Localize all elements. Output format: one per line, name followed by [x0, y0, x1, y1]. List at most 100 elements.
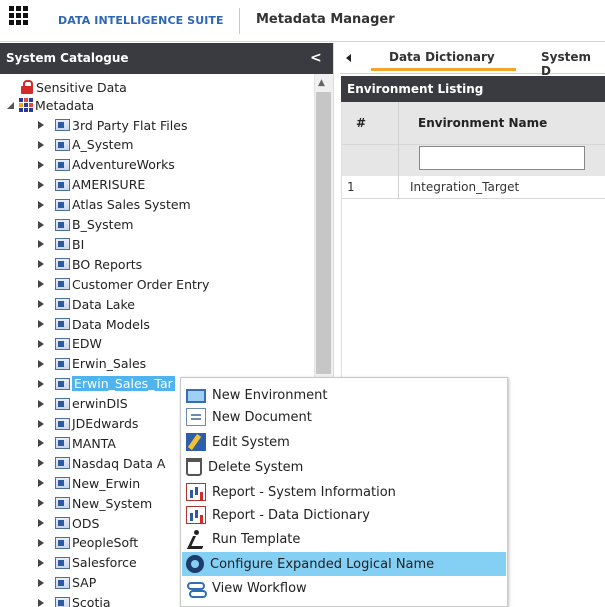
tree-item-label: BO Reports	[72, 256, 143, 272]
tree-item-system[interactable]: Data Lake	[37, 294, 135, 314]
context-menu-item[interactable]: Edit System	[182, 430, 506, 454]
system-icon	[55, 457, 70, 470]
sidebar-title: System Catalogue	[0, 43, 333, 74]
context-menu-item-label: Edit System	[212, 434, 290, 450]
expand-toggle-icon[interactable]	[37, 300, 45, 309]
app-grid-icon[interactable]	[9, 6, 29, 26]
tree-item-system[interactable]: Nasdaq Data A	[37, 453, 165, 473]
system-icon	[55, 357, 70, 370]
tree-item-system[interactable]: New_Erwin	[37, 473, 140, 493]
expand-toggle-icon[interactable]	[37, 598, 45, 607]
tree-item-system[interactable]: Scotia	[37, 593, 111, 607]
tree-item-system[interactable]: A_System	[37, 135, 133, 155]
tree-item-system[interactable]: Erwin_Sales	[37, 354, 146, 374]
expand-toggle-icon[interactable]	[37, 439, 45, 448]
tree-item-label: Nasdaq Data A	[72, 455, 166, 471]
expand-toggle-icon[interactable]	[37, 320, 45, 328]
tree-item-system[interactable]: BI	[37, 234, 84, 254]
system-icon	[55, 397, 70, 410]
tree-item-system[interactable]: Erwin_Sales_Tar	[37, 374, 175, 394]
column-header-environment-name[interactable]: Environment Name	[399, 102, 605, 144]
tree-item-sensitive-data[interactable]: Sensitive Data	[21, 77, 127, 97]
tree-item-system[interactable]: Atlas Sales System	[37, 195, 191, 215]
expand-toggle-icon[interactable]	[37, 121, 45, 129]
context-menu-item[interactable]: New Environment	[182, 383, 506, 407]
collapse-sidebar-icon[interactable]: <	[310, 50, 322, 66]
expand-toggle-icon[interactable]	[37, 359, 45, 368]
expand-toggle-icon[interactable]	[37, 499, 45, 508]
expand-toggle-icon[interactable]	[37, 479, 45, 488]
tree-item-metadata[interactable]: Metadata	[7, 95, 94, 115]
tree-item-system[interactable]: erwinDIS	[37, 394, 128, 414]
context-menu-item-label: Report - System Information	[212, 484, 396, 500]
system-icon	[55, 178, 70, 191]
tab-scroll-left-icon[interactable]	[346, 54, 351, 62]
tree-item-system[interactable]: BO Reports	[37, 254, 142, 274]
system-icon	[55, 318, 70, 330]
tree-item-system[interactable]: EDW	[37, 334, 102, 354]
system-icon	[55, 497, 70, 510]
context-menu-item[interactable]: View Workflow	[182, 576, 506, 600]
system-icon	[55, 377, 70, 390]
context-menu-item[interactable]: Report - Data Dictionary	[182, 503, 506, 527]
expand-toggle-icon[interactable]	[37, 419, 45, 428]
tree-item-label: SAP	[72, 575, 97, 591]
system-icon	[55, 576, 70, 589]
expand-toggle-icon[interactable]	[37, 459, 45, 468]
tree-item-system[interactable]: AMERISURE	[37, 175, 145, 195]
system-icon	[55, 556, 70, 569]
tree-item-system[interactable]: Salesforce	[37, 553, 137, 573]
expand-toggle-icon[interactable]	[37, 240, 45, 249]
tree-item-system[interactable]: Customer Order Entry	[37, 274, 209, 294]
tab-system[interactable]: System D	[541, 50, 605, 78]
scroll-thumb[interactable]	[316, 92, 331, 374]
row-environment-name[interactable]: Integration_Target	[410, 176, 519, 198]
active-tab-indicator	[371, 68, 516, 71]
expand-toggle-icon[interactable]	[37, 200, 45, 209]
tree-item-system[interactable]: New_System	[37, 493, 152, 513]
tree-item-label: PeopleSoft	[72, 535, 139, 551]
expand-toggle-icon[interactable]	[37, 538, 45, 547]
expand-toggle-icon[interactable]	[37, 339, 45, 348]
tab-data-dictionary[interactable]: Data Dictionary	[389, 50, 495, 64]
expand-toggle-icon[interactable]	[7, 101, 15, 109]
tree-item-system[interactable]: MANTA	[37, 433, 116, 453]
workflow-icon	[186, 579, 207, 598]
context-menu-item-label: View Workflow	[212, 580, 307, 596]
tree-item-label: EDW	[72, 336, 102, 352]
row-number[interactable]: 1	[347, 176, 355, 198]
context-menu-item[interactable]: Delete System	[182, 455, 506, 479]
gear-icon	[186, 555, 204, 573]
tree-item-system[interactable]: SAP	[37, 573, 96, 593]
run-icon	[186, 530, 206, 548]
expand-toggle-icon[interactable]	[37, 379, 45, 388]
tree-item-system[interactable]: JDEdwards	[37, 414, 138, 434]
tree-item-system[interactable]: B_System	[37, 215, 133, 235]
context-menu-item[interactable]: Configure Expanded Logical Name	[182, 552, 506, 576]
context-menu-item[interactable]: New Document	[182, 405, 506, 429]
expand-toggle-icon[interactable]	[37, 399, 45, 408]
environment-name-filter-input[interactable]	[419, 146, 585, 170]
scroll-up-icon[interactable]: ▲	[318, 78, 325, 88]
expand-toggle-icon[interactable]	[37, 280, 45, 289]
system-icon	[55, 218, 70, 231]
tree-item-system[interactable]: PeopleSoft	[37, 533, 138, 553]
tree-item-label: B_System	[72, 217, 134, 232]
system-icon	[55, 417, 70, 430]
context-menu-item[interactable]: Run Template	[182, 527, 506, 551]
expand-toggle-icon[interactable]	[37, 578, 45, 587]
divider	[239, 8, 240, 34]
tree-item-system[interactable]: Data Models	[37, 314, 150, 334]
tree-item-system[interactable]: ODS	[37, 513, 99, 533]
tree-item-system[interactable]: 3rd Party Flat Files	[37, 115, 187, 135]
context-menu-item[interactable]: Report - System Information	[182, 480, 506, 504]
expand-toggle-icon[interactable]	[37, 260, 45, 269]
expand-toggle-icon[interactable]	[37, 160, 45, 169]
expand-toggle-icon[interactable]	[37, 558, 45, 567]
expand-toggle-icon[interactable]	[37, 180, 45, 189]
expand-toggle-icon[interactable]	[37, 220, 45, 229]
column-header-number[interactable]: #	[341, 102, 398, 144]
expand-toggle-icon[interactable]	[37, 519, 45, 527]
tree-item-system[interactable]: AdventureWorks	[37, 155, 175, 175]
expand-toggle-icon[interactable]	[37, 140, 45, 149]
